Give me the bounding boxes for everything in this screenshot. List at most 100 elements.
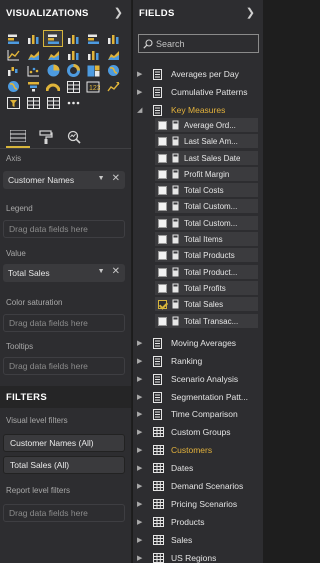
measure-checkbox[interactable] [158,250,167,260]
fields-tab[interactable] [6,126,30,148]
collapse-fields-icon[interactable]: ❯ [246,8,255,19]
collapsed-triangle-icon[interactable]: ▶ [137,375,147,383]
table-moving-averages[interactable]: ▶ Moving Averages [133,335,264,351]
measure-item[interactable]: Total Custom... [155,216,258,230]
legend-well[interactable]: Drag data fields here [3,220,125,238]
color-saturation-well[interactable]: Drag data fields here [3,314,125,332]
measure-checkbox[interactable] [158,169,167,179]
measure-item[interactable]: Total Items [155,232,258,246]
table-demand-scenarios[interactable]: ▶ Demand Scenarios [133,478,264,494]
clustered-bar-icon[interactable] [43,30,63,47]
filter-customer-names[interactable]: Customer Names (All) [3,434,125,452]
measure-checkbox[interactable] [158,136,167,146]
table-dates[interactable]: ▶ Dates [133,460,264,476]
measure-checkbox[interactable] [158,185,167,195]
value-dropdown-icon[interactable]: ▼ [98,268,105,275]
table-us-regions[interactable]: ▶ US Regions [133,550,264,563]
axis-well[interactable]: Customer Names ▼ ✕ [3,171,125,189]
table-segmentation-patt[interactable]: ▶ Segmentation Patt... [133,389,264,405]
100-column-icon[interactable] [104,31,122,46]
collapsed-triangle-icon[interactable]: ▶ [137,482,147,490]
measure-item[interactable]: Total Sales [155,297,258,311]
ribbon-icon[interactable] [104,47,122,62]
table-cumulative-patterns[interactable]: ▶ Cumulative Patterns [133,84,264,100]
line-column-icon[interactable] [64,47,82,62]
measure-checkbox[interactable] [158,201,167,211]
table-icon[interactable] [24,95,42,110]
collapsed-triangle-icon[interactable]: ▶ [137,554,147,562]
axis-dropdown-icon[interactable]: ▼ [98,175,105,182]
area-icon[interactable] [24,47,42,62]
multirow-card-icon[interactable] [64,79,82,94]
filled-map-icon[interactable] [4,79,22,94]
pie-icon[interactable] [44,63,62,78]
collapsed-triangle-icon[interactable]: ▶ [137,428,147,436]
matrix-icon[interactable] [44,95,62,110]
card-icon[interactable]: 123 [84,79,102,94]
tooltips-well[interactable]: Drag data fields here [3,357,125,375]
collapsed-triangle-icon[interactable]: ▶ [137,339,147,347]
line-icon[interactable] [4,47,22,62]
line-clustered-icon[interactable] [84,47,102,62]
measure-checkbox[interactable] [158,120,167,130]
analytics-tab[interactable] [62,126,86,148]
table-pricing-scenarios[interactable]: ▶ Pricing Scenarios [133,496,264,512]
table-customers[interactable]: ▶ Customers [133,442,264,458]
collapsed-triangle-icon[interactable]: ▶ [137,70,147,78]
slicer-icon[interactable] [4,95,22,110]
table-ranking[interactable]: ▶ Ranking [133,353,264,369]
measure-item[interactable]: Total Costs [155,183,258,197]
table-products[interactable]: ▶ Products [133,514,264,530]
measure-item[interactable]: Average Ord... [155,118,258,132]
value-well[interactable]: Total Sales ▼ ✕ [3,264,125,282]
collapsed-triangle-icon[interactable]: ▶ [137,446,147,454]
measure-checkbox[interactable] [158,299,167,309]
measure-item[interactable]: Total Transac... [155,314,258,328]
table-time-comparison[interactable]: ▶ Time Comparison [133,406,264,422]
value-remove-icon[interactable]: ✕ [112,266,120,277]
collapsed-triangle-icon[interactable]: ▶ [137,357,147,365]
table-custom-groups[interactable]: ▶ Custom Groups [133,424,264,440]
axis-remove-icon[interactable]: ✕ [112,173,120,184]
filter-total-sales[interactable]: Total Sales (All) [3,456,125,474]
collapsed-triangle-icon[interactable]: ▶ [137,88,147,96]
funnel-icon[interactable] [24,79,42,94]
kpi-icon[interactable] [104,79,122,94]
format-tab[interactable] [34,126,58,148]
measure-checkbox[interactable] [158,218,167,228]
table-averages-per-day[interactable]: ▶ Averages per Day [133,66,264,82]
gauge-icon[interactable] [44,79,62,94]
table-key-measures[interactable]: ◢ Key Measures [133,102,264,118]
measure-item[interactable]: Profit Margin [155,167,258,181]
expanded-triangle-icon[interactable]: ◢ [137,106,147,114]
table-sales[interactable]: ▶ Sales [133,532,264,548]
measure-item[interactable]: Total Products [155,248,258,262]
map-icon[interactable] [104,63,122,78]
collapsed-triangle-icon[interactable]: ▶ [137,536,147,544]
measure-checkbox[interactable] [158,267,167,277]
measure-item[interactable]: Total Product... [155,265,258,279]
more-icon[interactable] [64,95,82,110]
collapsed-triangle-icon[interactable]: ▶ [137,464,147,472]
stacked-column-icon[interactable] [24,31,42,46]
report-level-filters-well[interactable]: Drag data fields here [3,504,125,522]
measure-checkbox[interactable] [158,153,167,163]
collapse-visualizations-icon[interactable]: ❯ [114,8,123,19]
stacked-area-icon[interactable] [44,47,62,62]
measure-checkbox[interactable] [158,234,167,244]
table-scenario-analysis[interactable]: ▶ Scenario Analysis [133,371,264,387]
measure-item[interactable]: Last Sales Date [155,151,258,165]
scatter-icon[interactable] [24,63,42,78]
stacked-bar-icon[interactable] [4,31,22,46]
donut-icon[interactable] [64,63,82,78]
measure-item[interactable]: Last Sale Am... [155,134,258,148]
measure-item[interactable]: Total Custom... [155,199,258,213]
collapsed-triangle-icon[interactable]: ▶ [137,410,147,418]
fields-search-input[interactable]: Search [138,34,259,53]
waterfall-icon[interactable] [4,63,22,78]
collapsed-triangle-icon[interactable]: ▶ [137,393,147,401]
treemap-icon[interactable] [84,63,102,78]
collapsed-triangle-icon[interactable]: ▶ [137,500,147,508]
collapsed-triangle-icon[interactable]: ▶ [137,518,147,526]
measure-checkbox[interactable] [158,316,167,326]
